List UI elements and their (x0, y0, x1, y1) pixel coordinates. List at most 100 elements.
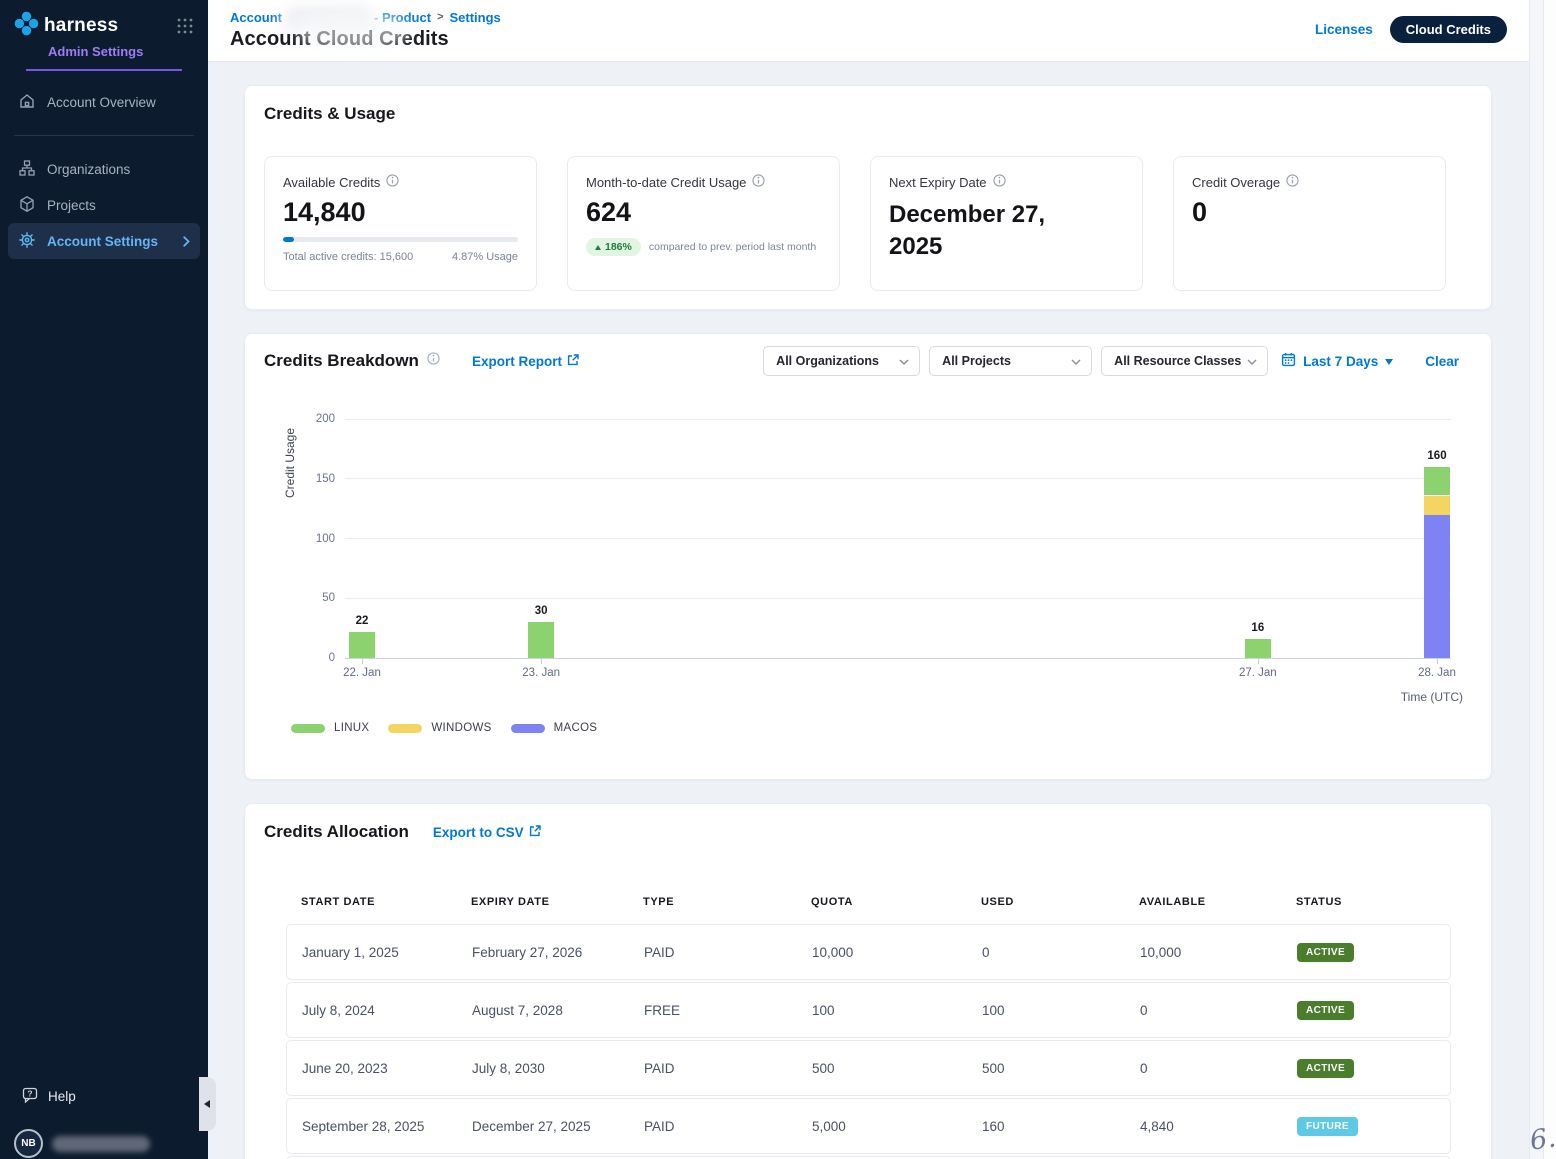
organizations-icon (18, 159, 36, 180)
page-header: Account - Product > Settings Account Clo… (208, 0, 1556, 62)
x-tick-label: 28. Jan (1392, 667, 1482, 679)
help-icon: ? (20, 1086, 39, 1107)
credits-breakdown-title: Credits Breakdown (264, 351, 419, 371)
sidebar-item-account-settings[interactable]: Account Settings (8, 223, 200, 259)
cell-quota: 10,000 (797, 945, 967, 960)
cell-start: June 20, 2023 (287, 1061, 457, 1076)
breadcrumb-settings-link[interactable]: Settings (450, 10, 501, 25)
module-grid-icon[interactable] (176, 17, 194, 40)
x-tick-label: 27. Jan (1213, 667, 1303, 679)
credits-allocation-title: Credits Allocation (264, 822, 409, 842)
sidebar: harness Admin Settings (0, 0, 208, 1159)
mtd-usage-value: 624 (586, 197, 821, 228)
credits-progress-bar (283, 237, 518, 242)
brand: harness Admin Settings (0, 0, 208, 71)
column-header: TYPE (628, 896, 796, 908)
date-range-picker[interactable]: Last 7 Days (1281, 352, 1393, 370)
breadcrumb-account-link[interactable]: Account (230, 10, 282, 25)
export-report-link[interactable]: Export Report (472, 354, 579, 369)
sidebar-item-label: Organizations (47, 162, 130, 177)
cloud-credits-button[interactable]: Cloud Credits (1390, 16, 1507, 43)
table-row: September 28, 2025December 27, 2025PAID5… (286, 1098, 1451, 1154)
page-title: Account Cloud Credits (230, 28, 449, 51)
breadcrumb: Account - Product > Settings (230, 8, 501, 26)
cell-type: FREE (629, 1003, 797, 1018)
legend-item[interactable]: MACOS (511, 722, 598, 734)
breadcrumb-product-link[interactable]: - Product (374, 10, 431, 25)
sidebar-collapse-handle[interactable] (199, 1077, 216, 1131)
total-active-credits: Total active credits: 15,600 (283, 251, 413, 263)
sidebar-nav: Account Overview Organizations (0, 71, 208, 259)
status-badge: ACTIVE (1297, 943, 1354, 962)
available-credits-card: Available Credits 14,840 Total active cr… (264, 156, 537, 291)
collapse-arrow-icon (204, 1100, 210, 1108)
x-axis-title: Time (UTC) (1401, 690, 1463, 704)
cell-type: PAID (629, 945, 797, 960)
avatar[interactable]: NB (14, 1129, 43, 1158)
info-icon[interactable] (993, 174, 1006, 190)
legend-item[interactable]: LINUX (291, 722, 369, 734)
cell-available: 4,840 (1125, 1119, 1282, 1134)
projects-filter[interactable]: All Projects (929, 346, 1092, 376)
page-scrollbar[interactable] (1543, 0, 1556, 1159)
legend-item[interactable]: WINDOWS (388, 722, 491, 734)
clear-filters-link[interactable]: Clear (1425, 354, 1459, 369)
organizations-filter[interactable]: All Organizations (763, 346, 920, 376)
next-expiry-label: Next Expiry Date (889, 175, 987, 190)
breadcrumb-separator: > (437, 11, 443, 23)
cell-available: 10,000 (1125, 945, 1282, 960)
cell-expiry: August 7, 2028 (457, 1003, 629, 1018)
bar-segment-linux (349, 632, 375, 658)
cell-start: July 8, 2024 (287, 1003, 457, 1018)
info-icon[interactable] (1286, 174, 1299, 190)
allocation-table-head: START DATEEXPIRY DATETYPEQUOTAUSEDAVAILA… (286, 896, 1451, 924)
credits-breakdown-section: Credits Breakdown Export Report All Orga… (244, 333, 1492, 780)
export-csv-link[interactable]: Export to CSV (433, 825, 541, 840)
info-icon[interactable] (752, 174, 765, 190)
column-header: STATUS (1281, 896, 1451, 908)
legend-swatch (291, 724, 325, 733)
chevron-down-icon (1071, 354, 1081, 368)
gridline (345, 419, 1451, 420)
credits-usage-section: Credits & Usage Available Credits 14,840… (244, 85, 1492, 310)
sidebar-item-account-overview[interactable]: Account Overview (8, 84, 200, 120)
available-credits-label: Available Credits (283, 175, 380, 190)
licenses-link[interactable]: Licenses (1315, 22, 1373, 37)
credit-overage-card: Credit Overage 0 (1173, 156, 1446, 291)
sidebar-item-organizations[interactable]: Organizations (8, 151, 200, 187)
bar-value-label: 22 (332, 615, 392, 627)
info-icon[interactable] (386, 174, 399, 190)
x-tickmark (1258, 659, 1259, 664)
cell-type: PAID (629, 1061, 797, 1076)
user-profile[interactable]: NB (14, 1129, 150, 1158)
column-header: START DATE (286, 896, 456, 908)
cell-used: 500 (967, 1061, 1125, 1076)
credits-usage-title: Credits & Usage (264, 104, 395, 124)
chevron-down-icon (899, 354, 909, 368)
cell-used: 0 (967, 945, 1125, 960)
sidebar-item-projects[interactable]: Projects (8, 187, 200, 223)
bar-value-label: 30 (511, 605, 571, 617)
credits-progress-fill (283, 237, 294, 242)
redacted-user-name (52, 1136, 150, 1152)
chevron-right-icon (183, 236, 190, 247)
stat-card-row: Available Credits 14,840 Total active cr… (264, 156, 1446, 291)
cell-start: September 28, 2025 (287, 1119, 457, 1134)
x-tick-label: 22. Jan (317, 667, 407, 679)
column-header: USED (966, 896, 1124, 908)
info-icon[interactable] (427, 352, 440, 370)
resource-classes-filter[interactable]: All Resource Classes (1101, 346, 1268, 376)
caret-down-icon (1385, 359, 1393, 365)
x-tickmark (362, 659, 363, 664)
delta-badge: 186% (586, 238, 641, 256)
gridline (345, 478, 1451, 479)
help-button[interactable]: ? Help (20, 1086, 76, 1107)
legend-swatch (511, 724, 545, 733)
y-axis-title: Credit Usage (283, 418, 297, 508)
trend-up-icon (595, 245, 601, 250)
svg-text:?: ? (27, 1089, 32, 1099)
x-tick-label: 23. Jan (496, 667, 586, 679)
credits-allocation-section: Credits Allocation Export to CSV START D… (244, 803, 1492, 1159)
y-tick-label: 200 (293, 413, 335, 425)
table-row: July 8, 2024August 7, 2028FREE1001000ACT… (286, 982, 1451, 1038)
